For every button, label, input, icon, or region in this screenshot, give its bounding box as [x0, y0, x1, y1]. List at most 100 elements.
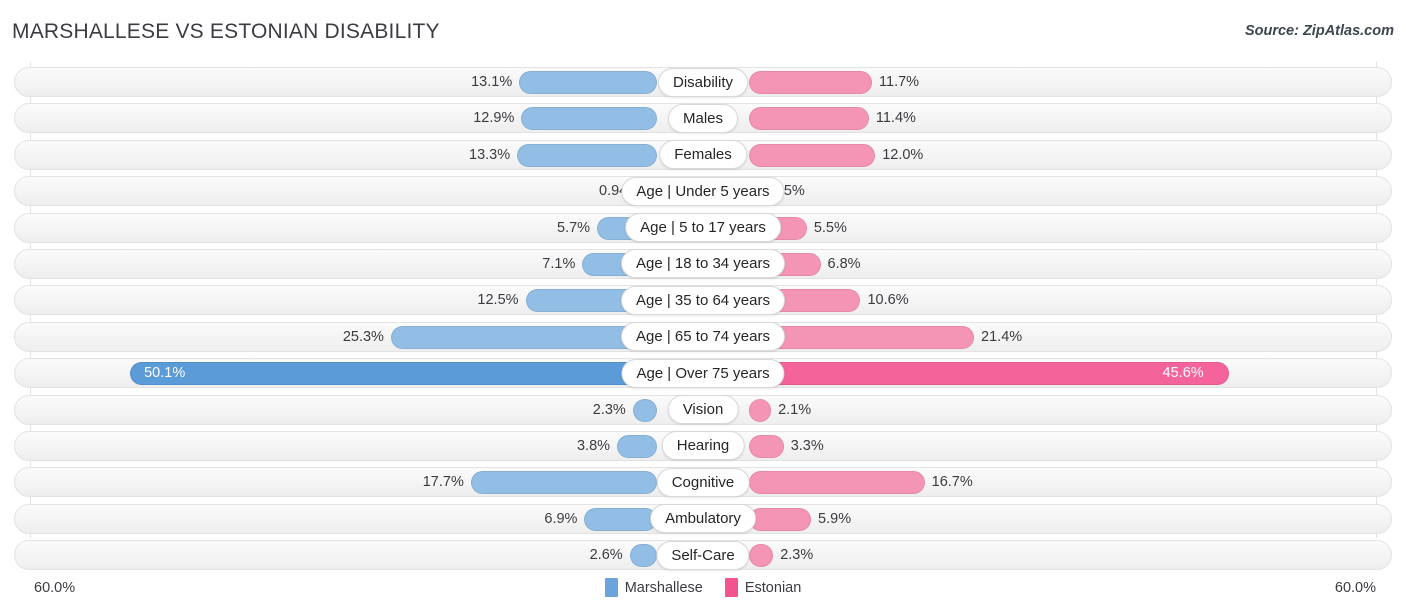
value-label-estonian: 5.5%	[813, 219, 847, 236]
value-label-marshallese: 7.1%	[542, 255, 576, 272]
page-title: MARSHALLESE VS ESTONIAN DISABILITY	[12, 20, 440, 43]
bar-estonian[interactable]	[749, 362, 1229, 386]
bar-estonian[interactable]	[749, 471, 925, 495]
chart-row[interactable]: 17.7% 16.7% Cognitive	[0, 464, 1406, 500]
value-label-marshallese: 6.9%	[544, 510, 578, 527]
chart-row[interactable]: 13.1% 11.7% Disability	[0, 64, 1406, 100]
row-category-label[interactable]: Disability	[657, 67, 749, 97]
chart-page: MARSHALLESE VS ESTONIAN DISABILITY Sourc…	[0, 0, 1406, 612]
value-label-marshallese: 13.3%	[469, 146, 511, 163]
value-label-estonian: 16.7%	[931, 474, 973, 491]
bar-estonian[interactable]	[749, 544, 774, 568]
value-label-marshallese: 3.8%	[576, 437, 611, 454]
row-bars: 13.1% 11.7% Disability	[0, 64, 1406, 100]
value-label-marshallese: 12.9%	[473, 110, 515, 127]
legend-item-estonian[interactable]: Estonian	[724, 578, 802, 597]
bar-estonian[interactable]	[749, 507, 812, 531]
row-bars: 17.7% 16.7% Cognitive	[0, 464, 1406, 500]
value-label-estonian: 6.8%	[827, 255, 861, 272]
row-category-label[interactable]: Males	[667, 103, 739, 133]
chart-row[interactable]: 12.5% 10.6% Age | 35 to 64 years	[0, 282, 1406, 318]
row-category-label[interactable]: Self-Care	[656, 540, 750, 570]
chart-row[interactable]: 25.3% 21.4% Age | 65 to 74 years	[0, 319, 1406, 355]
bar-marshallese[interactable]	[617, 434, 657, 458]
bar-marshallese[interactable]	[470, 471, 657, 495]
value-label-marshallese: 12.5%	[477, 292, 519, 309]
bar-marshallese[interactable]	[517, 143, 657, 167]
row-bars: 13.3% 12.0% Females	[0, 137, 1406, 173]
value-label-estonian: 2.1%	[778, 401, 812, 418]
row-category-label[interactable]: Females	[659, 140, 747, 170]
value-label-marshallese: 25.3%	[342, 328, 384, 345]
chart-row[interactable]: 5.7% 5.5% Age | 5 to 17 years	[0, 210, 1406, 246]
bar-marshallese[interactable]	[519, 71, 657, 94]
value-label-marshallese: 17.7%	[422, 474, 464, 491]
row-category-label[interactable]: Age | 65 to 74 years	[621, 322, 785, 352]
chart-row[interactable]: 13.3% 12.0% Females	[0, 137, 1406, 173]
row-category-label[interactable]: Vision	[667, 395, 739, 425]
value-label-marshallese: 2.6%	[589, 547, 623, 564]
bar-estonian[interactable]	[749, 107, 869, 131]
row-category-label[interactable]: Age | 35 to 64 years	[621, 285, 785, 315]
row-category-label[interactable]: Age | 18 to 34 years	[621, 249, 785, 279]
bar-marshallese[interactable]	[521, 107, 657, 131]
bar-marshallese[interactable]	[632, 398, 657, 422]
legend-swatch-marshallese	[604, 578, 618, 597]
source-attribution: Source: ZipAtlas.com	[1244, 23, 1394, 39]
row-category-label[interactable]: Age | 5 to 17 years	[625, 213, 781, 243]
value-label-estonian: 5.9%	[818, 510, 852, 527]
row-bars: 2.6% 2.3% Self-Care	[0, 537, 1406, 573]
chart-plot-area: 13.1% 11.7% Disability 12.9% 11.4% Males 13.3%…	[0, 62, 1406, 572]
value-label-estonian: 3.3%	[790, 437, 824, 454]
row-bars: 12.9% 11.4% Males	[0, 100, 1406, 136]
row-category-label[interactable]: Ambulatory	[650, 504, 756, 534]
chart-row[interactable]: 3.8% 3.3% Hearing	[0, 428, 1406, 464]
chart-row[interactable]: 7.1% 6.8% Age | 18 to 34 years	[0, 246, 1406, 282]
legend-label-marshallese: Marshallese	[624, 579, 703, 596]
row-bars: 3.8% 3.3% Hearing	[0, 428, 1406, 464]
chart-row[interactable]: 0.94% 1.5% Age | Under 5 years	[0, 173, 1406, 209]
bar-marshallese[interactable]	[584, 507, 657, 531]
legend-swatch-estonian	[724, 578, 738, 597]
row-bars: 25.3% 21.4% Age | 65 to 74 years	[0, 319, 1406, 355]
value-label-marshallese: 13.1%	[471, 74, 513, 90]
value-label-estonian: 12.0%	[882, 146, 924, 163]
bar-estonian[interactable]	[749, 143, 876, 167]
value-label-marshallese: 5.7%	[557, 219, 591, 236]
bar-estonian[interactable]	[749, 398, 772, 422]
row-bars: 12.5% 10.6% Age | 35 to 64 years	[0, 282, 1406, 318]
value-label-estonian: 10.6%	[867, 292, 909, 309]
value-label-estonian: 11.4%	[875, 110, 916, 127]
row-bars: 5.7% 5.5% Age | 5 to 17 years	[0, 210, 1406, 246]
legend-label-estonian: Estonian	[744, 579, 802, 596]
row-bars: 50.1% 45.6% Age | Over 75 years	[0, 355, 1406, 391]
value-label-marshallese: 2.3%	[592, 401, 626, 418]
bar-marshallese[interactable]	[390, 325, 657, 349]
value-label-marshallese: 50.1%	[144, 365, 186, 382]
value-label-estonian: 11.7%	[879, 74, 920, 90]
row-bars: 2.3% 2.1% Vision	[0, 392, 1406, 428]
row-bars: 6.9% 5.9% Ambulatory	[0, 501, 1406, 537]
bar-estonian[interactable]	[749, 434, 784, 458]
row-bars: 0.94% 1.5% Age | Under 5 years	[0, 173, 1406, 209]
chart-row[interactable]: 2.3% 2.1% Vision	[0, 392, 1406, 428]
value-label-estonian: 45.6%	[1162, 365, 1204, 382]
bar-marshallese[interactable]	[130, 362, 657, 386]
chart-row[interactable]: 50.1% 45.6% Age | Over 75 years	[0, 355, 1406, 391]
value-label-estonian: 2.3%	[780, 547, 814, 564]
chart-header: MARSHALLESE VS ESTONIAN DISABILITY Sourc…	[0, 0, 1406, 62]
chart-footer: 60.0% 60.0% Marshallese Estonian	[0, 572, 1406, 612]
row-category-label[interactable]: Age | Over 75 years	[621, 358, 785, 388]
bar-estonian[interactable]	[749, 71, 873, 94]
bar-rows: 13.1% 11.7% Disability 12.9% 11.4% Males 13.3%…	[0, 64, 1406, 573]
row-bars: 7.1% 6.8% Age | 18 to 34 years	[0, 246, 1406, 282]
row-category-label[interactable]: Hearing	[661, 431, 745, 461]
chart-row[interactable]: 2.6% 2.3% Self-Care	[0, 537, 1406, 573]
legend-item-marshallese[interactable]: Marshallese	[604, 578, 703, 597]
bar-marshallese[interactable]	[629, 544, 657, 568]
row-category-label[interactable]: Cognitive	[656, 467, 750, 497]
chart-row[interactable]: 12.9% 11.4% Males	[0, 100, 1406, 136]
chart-row[interactable]: 6.9% 5.9% Ambulatory	[0, 501, 1406, 537]
chart-legend: Marshallese Estonian	[0, 578, 1406, 597]
row-category-label[interactable]: Age | Under 5 years	[621, 176, 785, 206]
